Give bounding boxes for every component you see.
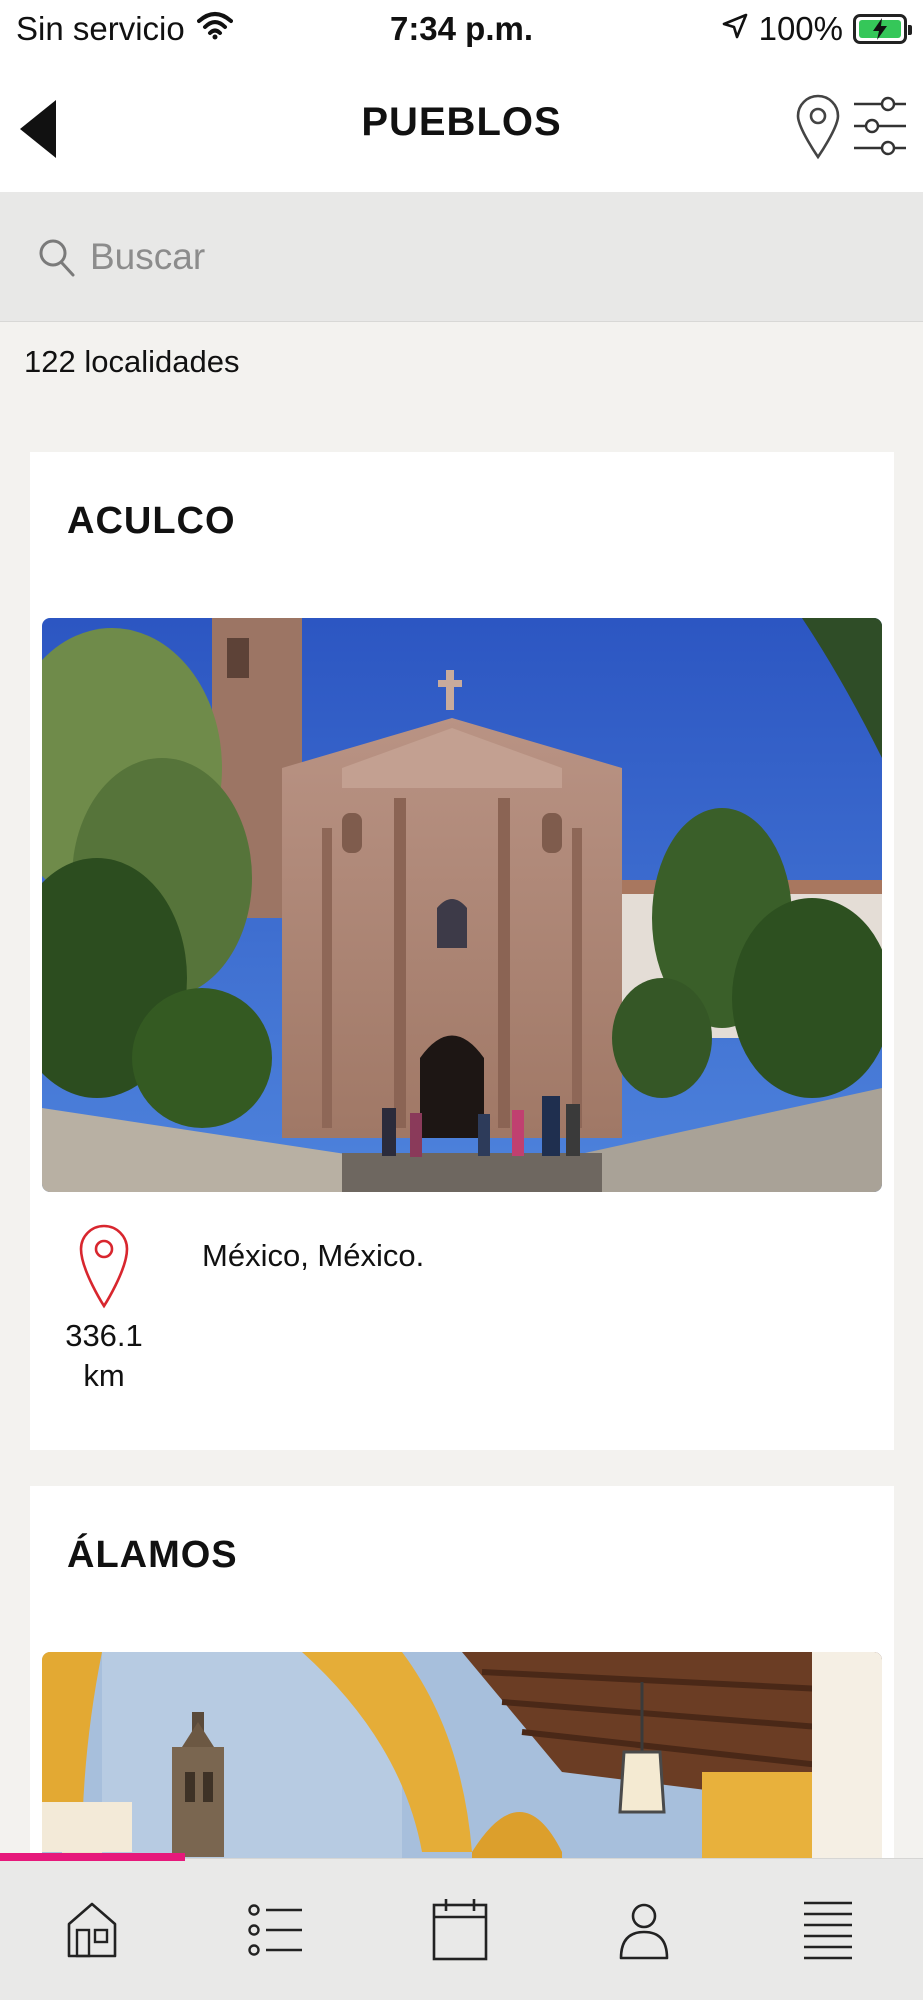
location-arrow-icon <box>721 10 749 48</box>
map-pin-icon <box>796 94 840 160</box>
tab-home[interactable] <box>0 1859 184 2000</box>
back-button[interactable] <box>18 98 66 160</box>
tab-menu[interactable] <box>736 1859 920 2000</box>
menu-icon <box>804 1901 852 1960</box>
wifi-icon <box>196 10 233 48</box>
town-card[interactable]: ACULCO 336.1 km México, México. <box>30 452 894 1450</box>
location-pin-icon <box>79 1224 129 1309</box>
town-card-title: ACULCO <box>67 500 236 542</box>
home-icon <box>67 1902 117 1958</box>
distance-unit: km <box>83 1358 125 1393</box>
tab-list[interactable] <box>184 1859 368 2000</box>
map-view-button[interactable] <box>795 94 841 160</box>
status-bar: Sin servicio 7:34 p.m. 100% <box>0 0 923 64</box>
town-card-title: ÁLAMOS <box>67 1534 238 1576</box>
battery-icon <box>853 14 912 44</box>
search-input[interactable] <box>90 228 870 286</box>
carrier-label: Sin servicio <box>16 10 185 47</box>
tab-calendar[interactable] <box>368 1859 552 2000</box>
results-count: 122 localidades <box>24 344 240 379</box>
town-card-image[interactable] <box>42 618 882 1192</box>
filter-sliders-icon <box>854 96 906 156</box>
list-icon <box>248 1904 302 1956</box>
battery-percent: 100% <box>758 10 843 47</box>
profile-icon <box>619 1903 669 1960</box>
search-bar <box>0 192 923 322</box>
back-arrow-icon <box>20 100 56 158</box>
distance-value: 336.1 <box>65 1318 143 1353</box>
filter-button[interactable] <box>852 94 908 158</box>
page-title: PUEBLOS <box>361 100 562 144</box>
tab-profile[interactable] <box>552 1859 736 2000</box>
tab-bar <box>0 1853 923 2000</box>
church-photo <box>42 618 882 1192</box>
calendar-icon <box>432 1899 488 1961</box>
status-left: Sin servicio <box>16 10 233 48</box>
town-location: México, México. <box>202 1238 425 1273</box>
search-icon <box>39 239 75 277</box>
status-right: 100% <box>721 10 912 48</box>
nav-bar: PUEBLOS <box>0 64 923 192</box>
